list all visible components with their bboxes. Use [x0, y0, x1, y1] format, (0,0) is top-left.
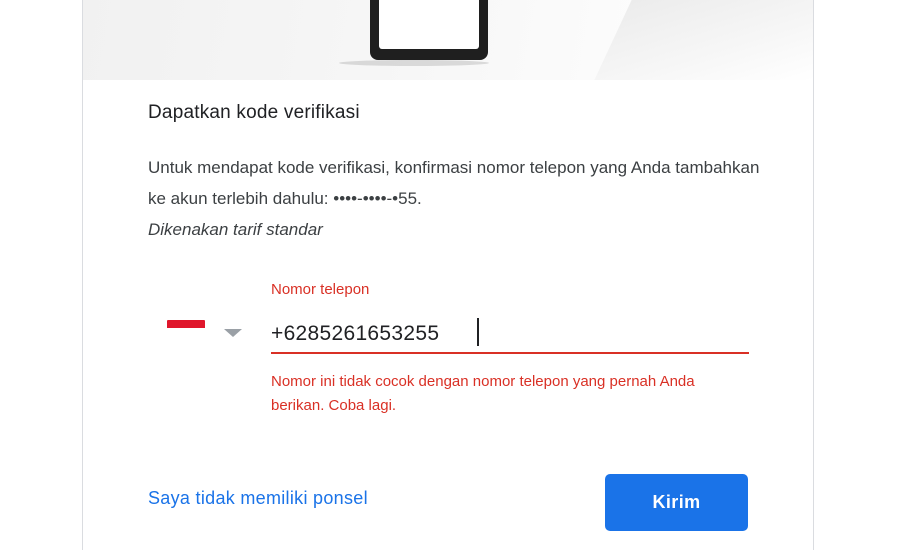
rate-note: Dikenakan tarif standar — [148, 220, 323, 239]
hero-stripe — [594, 0, 813, 80]
error-message: Nomor ini tidak cocok dengan nomor telep… — [271, 373, 695, 414]
verification-card: Dapatkan kode verifikasi Untuk mendapat … — [82, 0, 814, 550]
phone-illustration-icon — [370, 0, 488, 60]
header-illustration — [83, 0, 813, 80]
phone-shadow — [339, 60, 489, 66]
text-cursor — [477, 318, 479, 346]
description: Untuk mendapat kode verifikasi, konfirma… — [148, 152, 768, 245]
country-selector[interactable] — [167, 320, 247, 346]
phone-input[interactable] — [271, 316, 749, 354]
send-button[interactable]: Kirim — [605, 474, 748, 531]
flag-white-band — [167, 328, 205, 336]
chevron-down-icon — [224, 329, 242, 337]
description-end: . — [417, 189, 422, 208]
indonesia-flag-icon — [167, 320, 205, 336]
masked-phone-number: ••••-••••-•55 — [333, 189, 418, 208]
phone-screen — [379, 0, 479, 49]
no-phone-link[interactable]: Saya tidak memiliki ponsel — [148, 488, 368, 509]
description-text: Untuk mendapat kode verifikasi, konfirma… — [148, 158, 760, 208]
flag-red-band — [167, 320, 205, 328]
page-title: Dapatkan kode verifikasi — [148, 102, 360, 123]
phone-field-label: Nomor telepon — [271, 281, 370, 298]
page: Dapatkan kode verifikasi Untuk mendapat … — [0, 0, 921, 550]
